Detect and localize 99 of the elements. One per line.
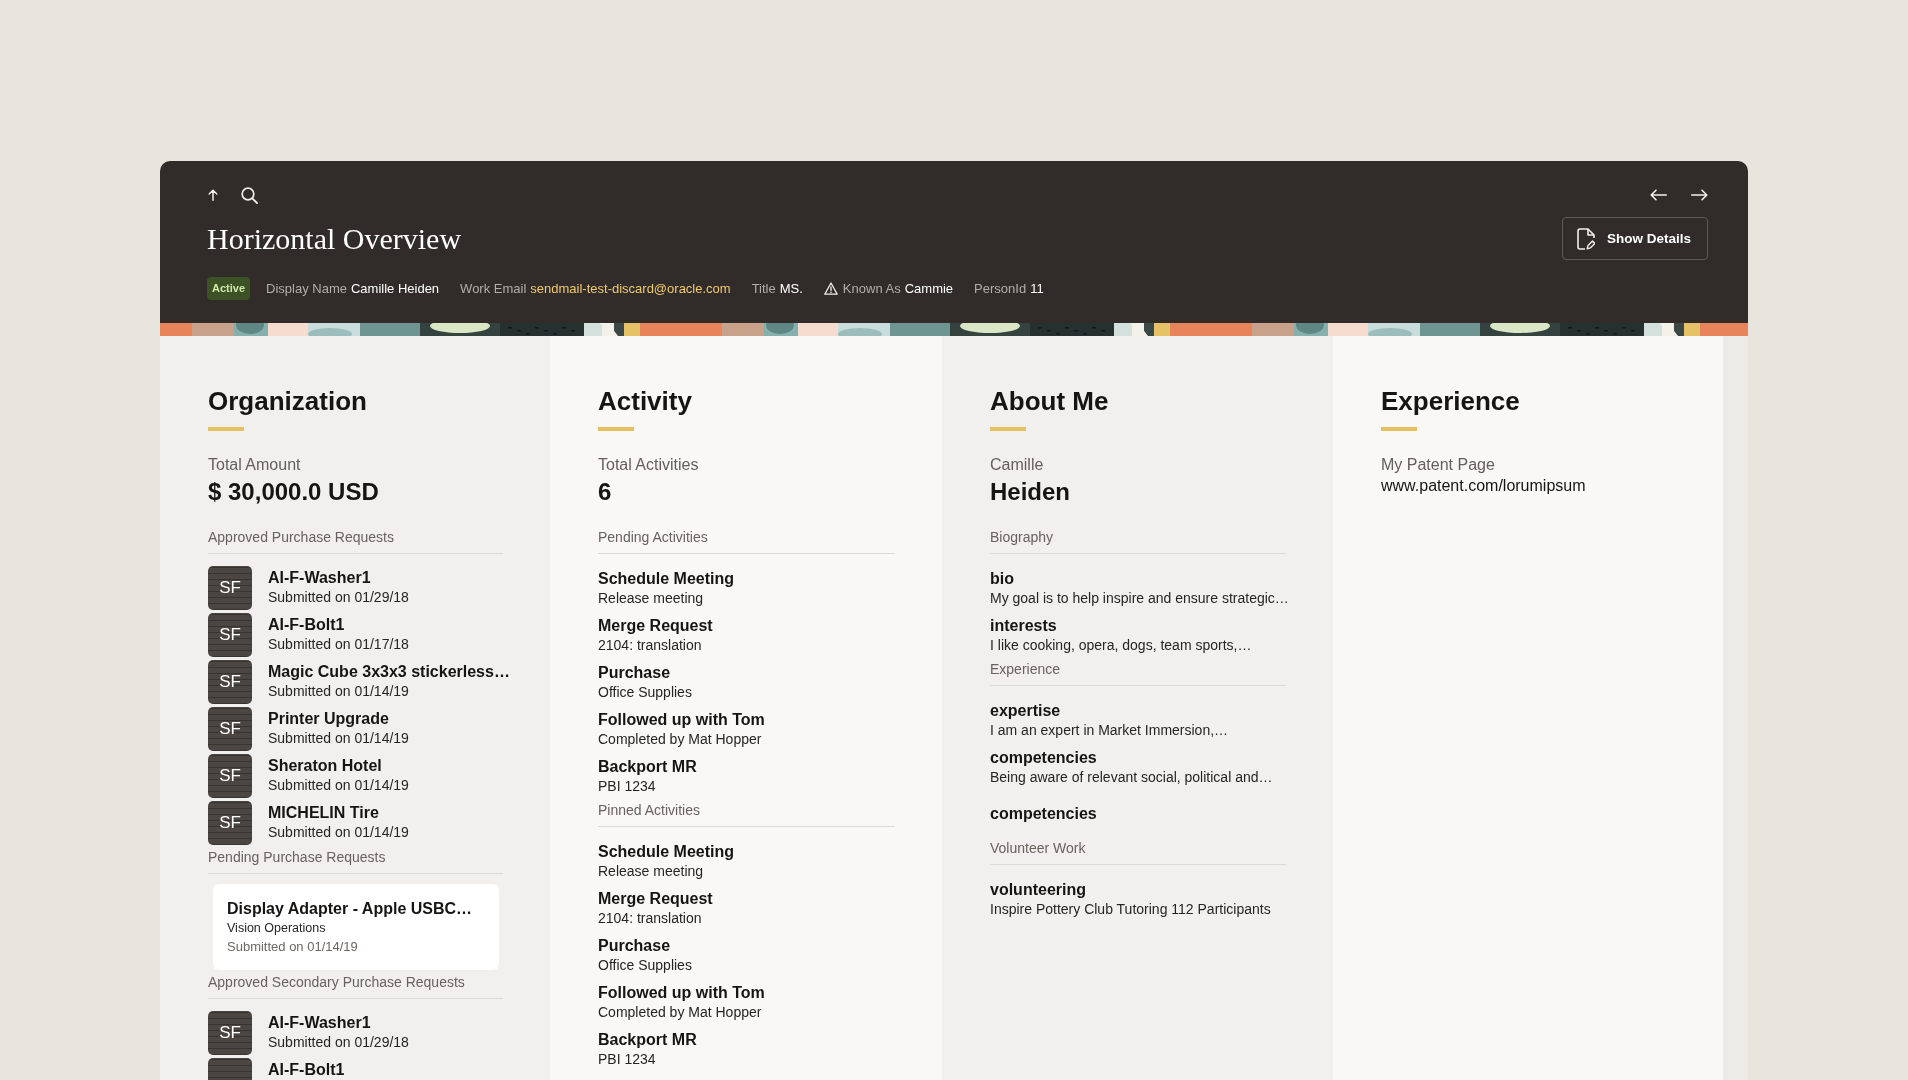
field-label: Display Name: [266, 280, 347, 296]
item-title: volunteering: [990, 880, 1086, 900]
avatar: SF: [208, 660, 252, 704]
item-subtitle: Inspire Pottery Club Tutoring 112 Participants: [990, 900, 1271, 918]
field-label: Known As: [842, 280, 901, 296]
section-label: Pinned Activities: [598, 801, 700, 819]
heading-underline: [208, 427, 244, 431]
field-value: MS.: [779, 280, 803, 296]
summary-label: Camille: [990, 455, 1044, 475]
item-title: Printer Upgrade: [268, 709, 389, 729]
avatar: SF: [208, 754, 252, 798]
item-subtitle: 2104: translation: [598, 909, 702, 927]
card-title: Display Adapter - Apple USBC…: [227, 899, 473, 919]
item-title: AI-F-Bolt1: [268, 615, 345, 635]
item-subtitle: Office Supplies: [598, 683, 692, 701]
request-card[interactable]: Display Adapter - Apple USBC… Vision Operations Submitted on 01/14/19: [213, 884, 499, 970]
item-subtitle: Completed by Mat Hopper: [598, 1003, 762, 1021]
details-button[interactable]: Show Details: [1561, 217, 1708, 260]
item-subtitle: Submitted on 01/29/18: [268, 588, 409, 606]
summary-label: Total Amount: [208, 455, 301, 475]
item-title: Magic Cube 3x3x3 stickerless…: [268, 662, 510, 682]
heading-underline: [598, 427, 634, 431]
item-subtitle: I am an expert in Market Immersion,…: [990, 721, 1229, 739]
summary-value: www.patent.com/lorumipsum: [1381, 476, 1586, 496]
field-value: Camille Heiden: [350, 280, 440, 296]
item-title: bio: [990, 569, 1014, 589]
item-title: interests: [990, 616, 1057, 636]
status-badge: Active: [207, 276, 251, 300]
item-title: Schedule Meeting: [598, 842, 735, 862]
item-title: MICHELIN Tire: [268, 803, 379, 823]
section-label: Volunteer Work: [990, 839, 1086, 857]
section-label: Biography: [990, 528, 1054, 546]
column-heading: About Me: [990, 385, 1109, 418]
card-subtitle: Vision Operations: [227, 920, 326, 936]
item-subtitle: Completed by Mat Hopper: [598, 730, 762, 748]
item-subtitle: PBI 1234: [598, 1050, 656, 1068]
item-title: Purchase: [598, 936, 671, 956]
section-label: Pending Purchase Requests: [208, 848, 386, 866]
avatar: SF: [208, 613, 252, 657]
section-label: Approved Purchase Requests: [208, 528, 394, 546]
item-title: Purchase: [598, 663, 671, 683]
item-title: Followed up with Tom: [598, 710, 765, 730]
summary-label: Total Activities: [598, 455, 699, 475]
item-title: Sheraton Hotel: [268, 756, 382, 776]
item-subtitle: Submitted on 01/29/18: [268, 1033, 409, 1051]
avatar: SF: [208, 1011, 252, 1055]
field-label: PersonId: [974, 280, 1027, 296]
card-date: Submitted on 01/14/19: [227, 939, 358, 955]
item-title: competencies: [990, 804, 1097, 824]
item-subtitle: Office Supplies: [598, 956, 692, 974]
column-heading: Activity: [598, 385, 692, 418]
summary-value: Heiden: [990, 478, 1070, 506]
search-icon[interactable]: [241, 186, 258, 204]
item-title: AI-F-Bolt1: [268, 1060, 345, 1080]
item-subtitle: Submitted on 01/14/19: [268, 682, 409, 700]
summary-label: My Patent Page: [1381, 455, 1495, 475]
field-value: Cammie: [904, 280, 954, 296]
item-subtitle: Being aware of relevant social, political and…: [990, 768, 1273, 786]
item-subtitle: Release meeting: [598, 589, 704, 607]
item-title: Followed up with Tom: [598, 983, 765, 1003]
item-subtitle: Submitted on 01/14/19: [268, 776, 409, 794]
avatar: SF: [208, 801, 252, 845]
item-subtitle: I like cooking, opera, dogs, team sports,…: [990, 636, 1252, 654]
item-title: competencies: [990, 748, 1097, 768]
avatar: SF: [208, 707, 252, 751]
item-title: AI-F-Washer1: [268, 1013, 371, 1033]
item-subtitle: Submitted on 01/17/18: [268, 635, 409, 653]
item-title: Merge Request: [598, 889, 713, 909]
left-arrow-icon[interactable]: [1650, 189, 1667, 201]
field-label: Title: [751, 280, 776, 296]
up-arrow-icon[interactable]: [208, 189, 218, 201]
heading-underline: [990, 427, 1026, 431]
item-title: expertise: [990, 701, 1061, 721]
item-subtitle: Submitted on 01/14/19: [268, 823, 409, 841]
item-title: Backport MR: [598, 1030, 697, 1050]
field-value: 11: [1030, 280, 1044, 296]
document-pencil-icon: [1576, 227, 1595, 250]
section-label: Experience: [990, 660, 1061, 678]
column-heading: Organization: [208, 385, 367, 418]
email-link[interactable]: sendmail-test-discard@oracle.com: [530, 280, 731, 296]
item-subtitle: Release meeting: [598, 862, 704, 880]
avatar: SF: [208, 566, 252, 610]
right-arrow-icon[interactable]: [1691, 189, 1708, 201]
item-subtitle: 2104: translation: [598, 636, 702, 654]
item-subtitle: PBI 1234: [598, 777, 656, 795]
section-label: Approved Secondary Purchase Requests: [208, 973, 465, 991]
item-title: Backport MR: [598, 757, 697, 777]
item-subtitle: Submitted on 01/14/19: [268, 729, 409, 747]
item-subtitle: My goal is to help inspire and ensure strategic…: [990, 589, 1289, 607]
heading-underline: [1381, 427, 1417, 431]
item-title: AI-F-Washer1: [268, 568, 371, 588]
item-title: Schedule Meeting: [598, 569, 735, 589]
item-title: Merge Request: [598, 616, 713, 636]
field-label: Work Email: [460, 280, 527, 296]
page-title: Horizontal Overview: [207, 220, 462, 257]
summary-value: 6: [598, 478, 612, 506]
column-heading: Experience: [1381, 385, 1520, 418]
section-label: Pending Activities: [598, 528, 708, 546]
summary-value: $ 30,000.0 USD: [208, 478, 379, 506]
